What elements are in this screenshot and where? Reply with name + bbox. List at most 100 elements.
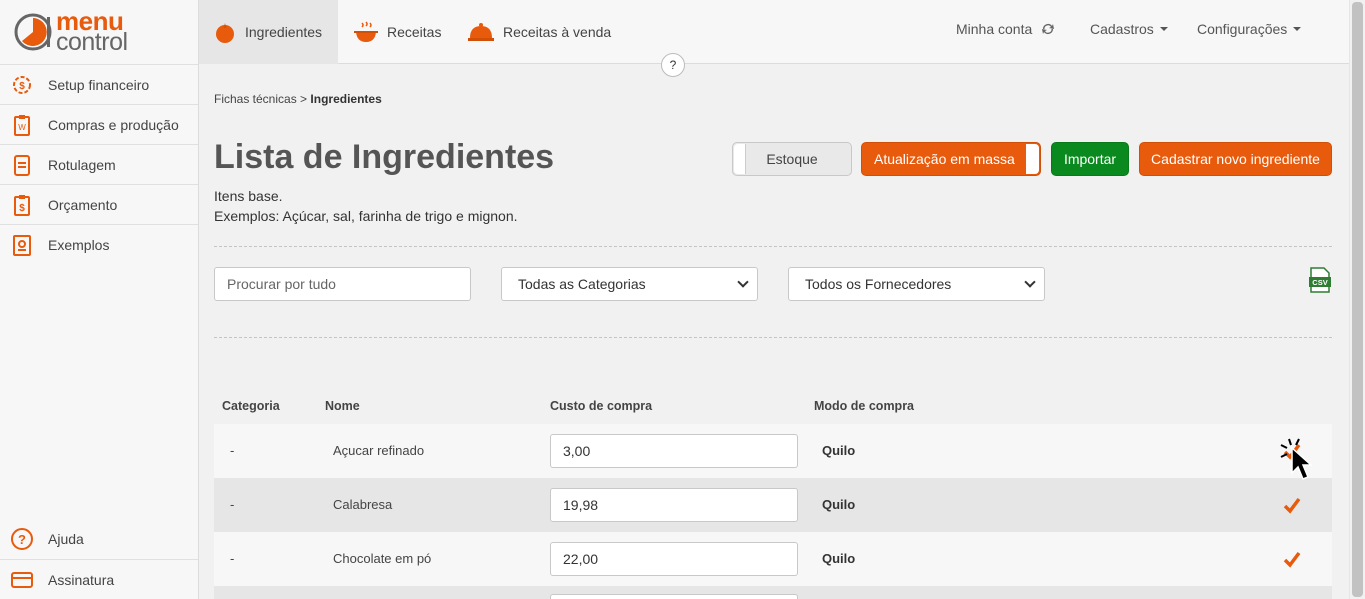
- csv-label: CSV: [1312, 278, 1327, 287]
- vertical-scrollbar[interactable]: [1349, 0, 1365, 599]
- sidebar-item-ajuda[interactable]: ? Ajuda: [0, 519, 198, 559]
- supplier-select[interactable]: Todos os Fornecedores: [788, 267, 1045, 301]
- csv-export-icon[interactable]: CSV: [1308, 267, 1332, 293]
- sidebar-bottom: ? Ajuda Assinatura: [0, 519, 198, 599]
- cost-input[interactable]: 3,00: [550, 434, 798, 468]
- clipboard-icon: W: [10, 113, 34, 137]
- tab-receitas[interactable]: Receitas: [339, 0, 455, 64]
- settings-menu[interactable]: Configurações: [1197, 0, 1302, 58]
- settings-label: Configurações: [1197, 21, 1288, 37]
- row-name: Açucar refinado: [333, 443, 425, 458]
- column-header-name[interactable]: Nome: [325, 399, 360, 413]
- svg-text:$: $: [19, 203, 25, 214]
- supplier-selected: Todos os Fornecedores: [805, 276, 952, 292]
- chevron-down-icon: [737, 276, 749, 288]
- logo-plate-icon: [14, 13, 52, 51]
- page-description-line2: Exemplos: Açúcar, sal, farinha de trigo …: [214, 208, 518, 224]
- top-navbar: Ingredientes Receitas Receitas à venda M…: [199, 0, 1349, 64]
- sidebar-item-label: Ajuda: [48, 531, 84, 547]
- page-title: Lista de Ingredientes: [214, 138, 555, 176]
- label-icon: [10, 153, 34, 177]
- check-icon[interactable]: [1282, 549, 1302, 569]
- column-header-category[interactable]: Categoria: [222, 399, 280, 413]
- book-icon: [10, 233, 34, 257]
- account-menu[interactable]: Minha conta: [956, 0, 1056, 58]
- category-select[interactable]: Todas as Categorias: [501, 267, 758, 301]
- column-header-cost[interactable]: Custo de compra: [550, 399, 652, 413]
- breadcrumb: Fichas técnicas > Ingredientes: [214, 92, 382, 106]
- svg-text:?: ?: [18, 532, 26, 547]
- mouse-cursor-icon: [1280, 438, 1313, 480]
- card-icon: [10, 568, 34, 592]
- toggle-knob: [734, 144, 746, 174]
- svg-text:$: $: [19, 81, 25, 92]
- row-name: Chocolate em pó: [333, 551, 432, 566]
- mass-update-label: Atualização em massa: [874, 151, 1015, 167]
- breadcrumb-separator: >: [300, 92, 308, 106]
- sidebar-item-setup-financeiro[interactable]: $ Setup financeiro: [0, 64, 198, 104]
- pot-icon: [353, 20, 379, 44]
- caret-down-icon: [1293, 27, 1302, 31]
- sidebar-item-compras-producao[interactable]: W Compras e produção: [0, 104, 198, 144]
- row-mode: Quilo: [822, 497, 856, 512]
- table-row: - Açucar refinado 3,00 Quilo: [214, 424, 1332, 478]
- sidebar-item-label: Assinatura: [48, 571, 115, 588]
- cost-input[interactable]: [550, 594, 798, 599]
- sidebar-item-exemplos[interactable]: Exemplos: [0, 224, 198, 264]
- sidebar-item-label: Compras e produção: [48, 116, 179, 133]
- page-description-line1: Itens base.: [214, 188, 283, 204]
- refresh-icon: [1042, 24, 1055, 34]
- divider: [214, 337, 1332, 338]
- account-label: Minha conta: [956, 21, 1033, 37]
- mass-update-toggle-button[interactable]: Atualização em massa: [861, 142, 1041, 176]
- registers-menu[interactable]: Cadastros: [1090, 0, 1168, 58]
- sidebar-item-label: Orçamento: [48, 196, 118, 213]
- table-row: [214, 586, 1332, 599]
- search-placeholder: Procurar por tudo: [227, 276, 336, 292]
- toggle-knob: [1026, 144, 1039, 174]
- cloche-icon: [467, 21, 495, 43]
- sidebar-item-orcamento[interactable]: $ Orçamento: [0, 184, 198, 224]
- tab-label: Receitas: [387, 24, 442, 40]
- cost-input[interactable]: 22,00: [550, 542, 798, 576]
- registers-label: Cadastros: [1090, 21, 1154, 37]
- sidebar: menu control $ Setup financeiro W Compra…: [0, 0, 199, 599]
- row-category: -: [230, 551, 235, 566]
- sidebar-item-assinatura[interactable]: Assinatura: [0, 559, 198, 599]
- column-header-mode[interactable]: Modo de compra: [814, 399, 914, 413]
- tab-receitas-a-venda[interactable]: Receitas à venda: [453, 0, 625, 64]
- check-icon[interactable]: [1282, 495, 1302, 515]
- table-row: - Chocolate em pó 22,00 Quilo: [214, 532, 1332, 586]
- sidebar-item-rotulagem[interactable]: Rotulagem: [0, 144, 198, 184]
- row-category: -: [230, 443, 235, 458]
- add-ingredient-button[interactable]: Cadastrar novo ingrediente: [1139, 142, 1332, 176]
- tomato-icon: [213, 21, 237, 43]
- logo[interactable]: menu control: [0, 0, 198, 64]
- stock-toggle-button[interactable]: Estoque: [732, 142, 852, 176]
- row-category: -: [230, 497, 235, 512]
- row-mode: Quilo: [822, 551, 856, 566]
- import-button[interactable]: Importar: [1051, 142, 1129, 176]
- help-button[interactable]: ?: [661, 53, 685, 77]
- divider: [214, 246, 1332, 247]
- logo-line2: control: [56, 28, 128, 57]
- table-row: - Calabresa 19,98 Quilo: [214, 478, 1332, 532]
- tab-label: Receitas à venda: [503, 24, 612, 40]
- svg-text:W: W: [18, 123, 26, 132]
- tab-label: Ingredientes: [245, 24, 323, 40]
- budget-icon: $: [10, 193, 34, 217]
- row-name: Calabresa: [333, 497, 393, 512]
- stock-label: Estoque: [766, 151, 818, 167]
- breadcrumb-current: Ingredientes: [310, 92, 382, 106]
- cost-input[interactable]: 19,98: [550, 488, 798, 522]
- tab-ingredientes[interactable]: Ingredientes: [199, 0, 338, 64]
- breadcrumb-parent[interactable]: Fichas técnicas: [214, 92, 297, 106]
- scrollbar-thumb[interactable]: [1352, 2, 1363, 597]
- sidebar-item-label: Setup financeiro: [48, 76, 150, 93]
- category-selected: Todas as Categorias: [518, 276, 646, 292]
- sidebar-item-label: Rotulagem: [48, 156, 116, 173]
- sidebar-item-label: Exemplos: [48, 236, 110, 253]
- logo-text: menu control: [56, 8, 128, 57]
- search-input[interactable]: Procurar por tudo: [214, 267, 471, 301]
- gear-dollar-icon: $: [10, 73, 34, 97]
